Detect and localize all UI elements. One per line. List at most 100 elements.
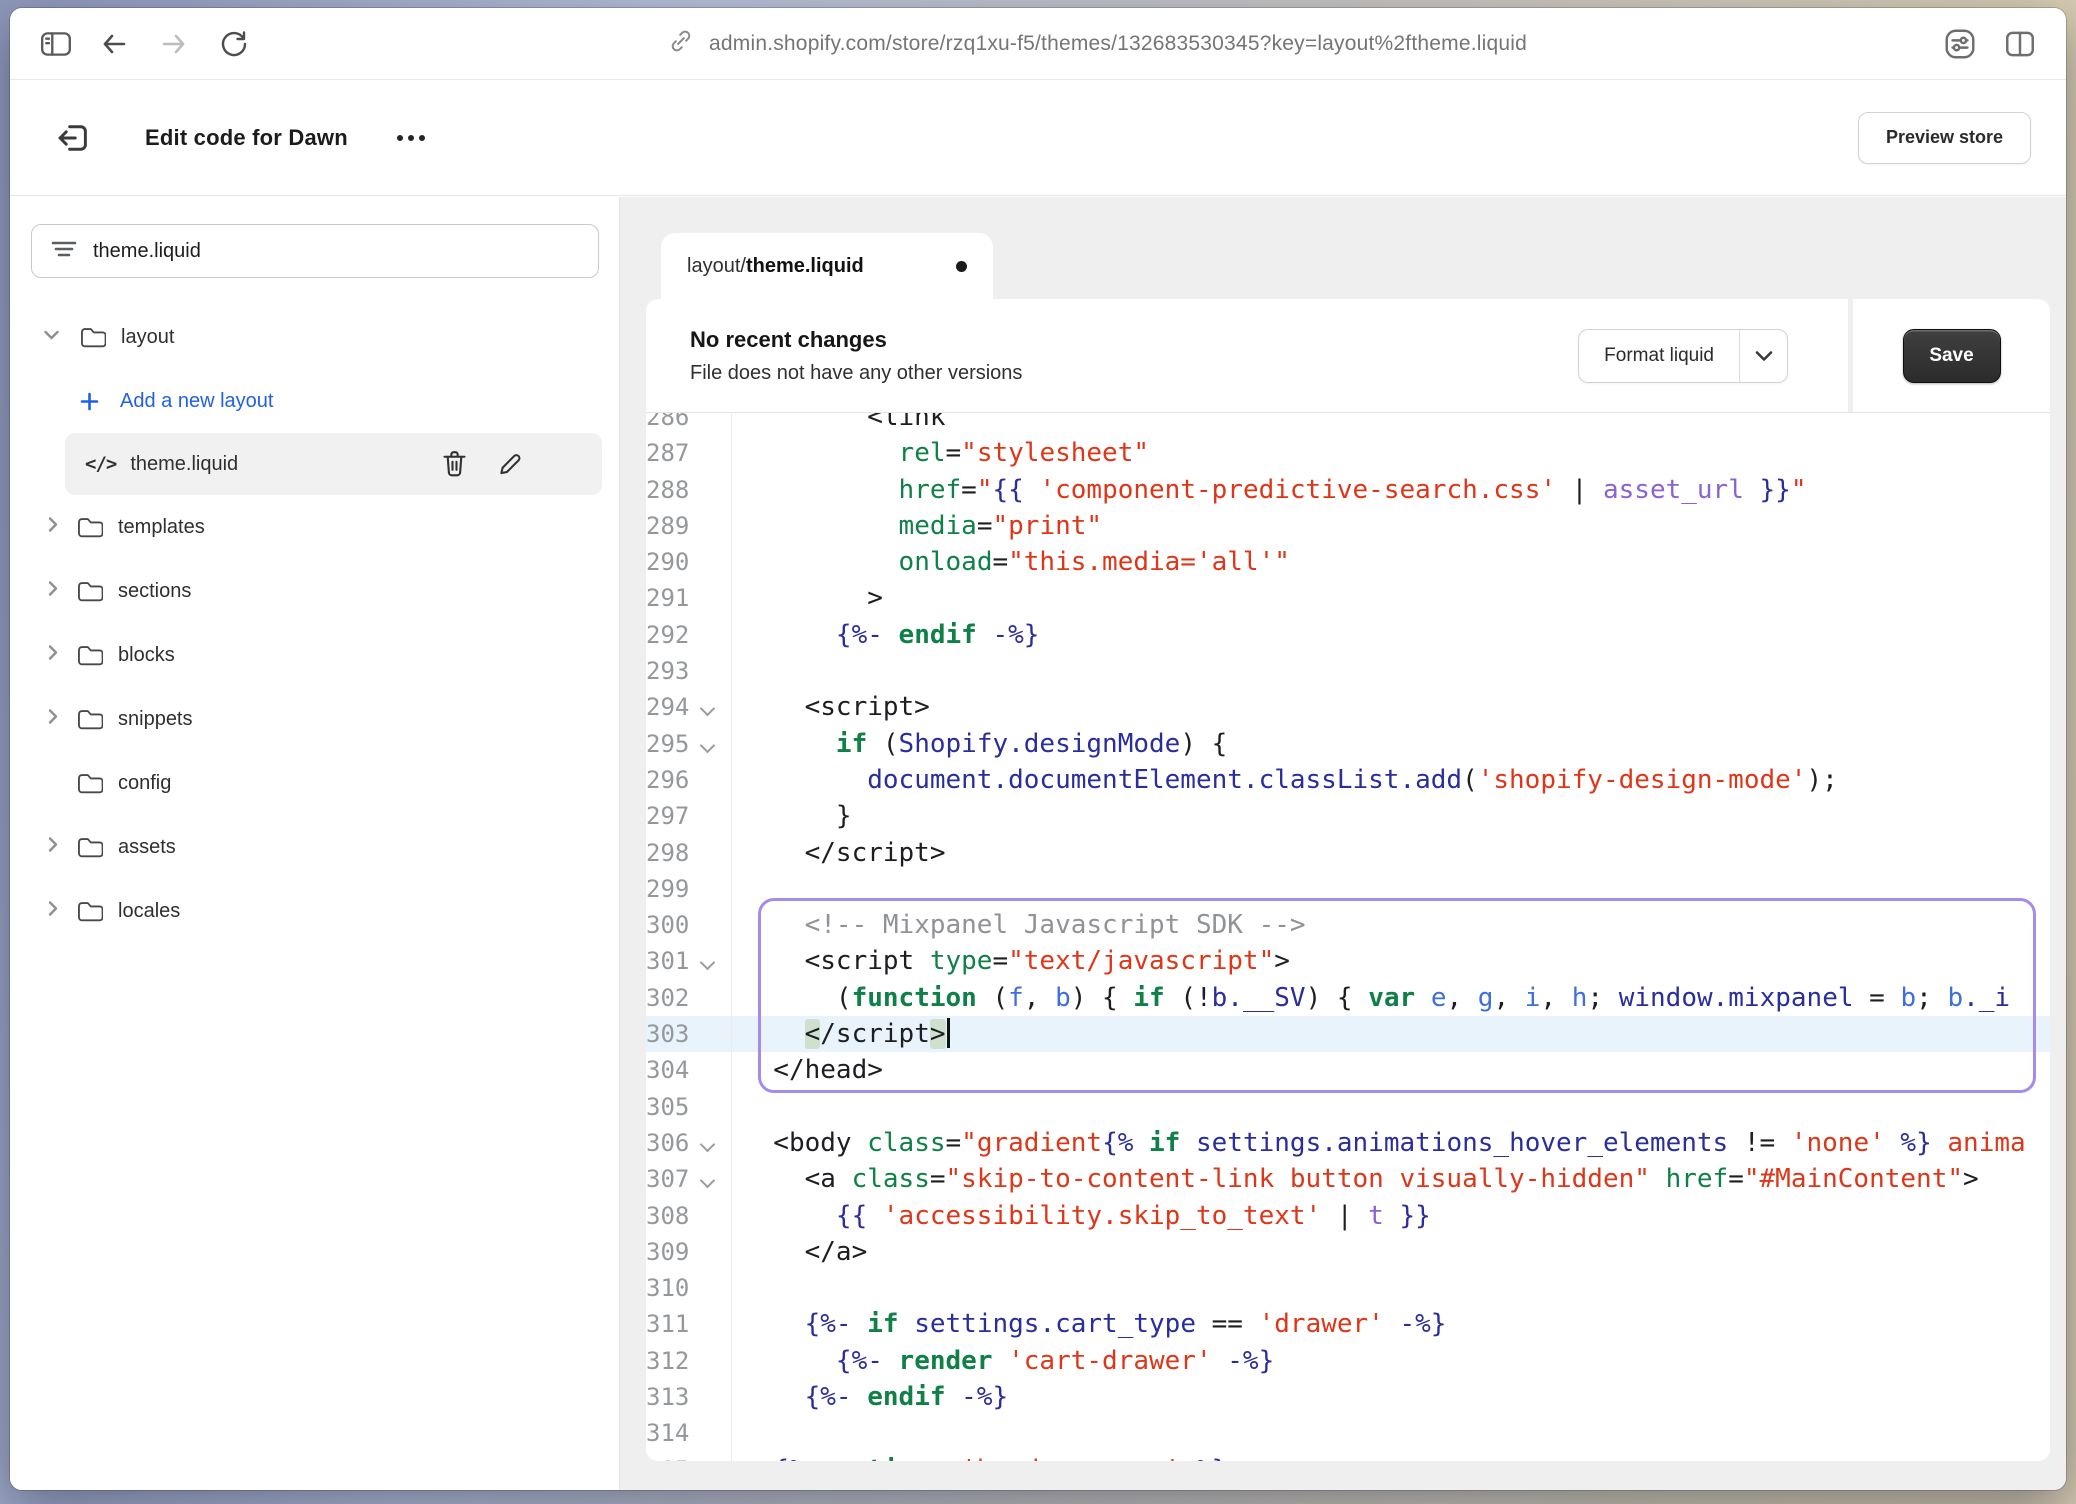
format-liquid-button[interactable]: Format liquid xyxy=(1578,329,1788,383)
code-editor[interactable]: 286 <link287 rel="stylesheet"288 href="{… xyxy=(646,413,2050,1461)
tree-item-templates[interactable]: templates xyxy=(10,495,619,559)
line-number: 289 xyxy=(646,508,732,544)
tree-item-sections[interactable]: sections xyxy=(10,559,619,623)
code-line[interactable]: 291 > xyxy=(646,580,2050,616)
save-button[interactable]: Save xyxy=(1903,329,2001,383)
code-line-text: (function (f, b) { if (!b.__SV) { var e,… xyxy=(732,980,2010,1016)
line-number: 287 xyxy=(646,435,732,471)
code-line[interactable]: 306 <body class="gradient{% if settings.… xyxy=(646,1125,2050,1161)
tree-item-config[interactable]: config xyxy=(10,751,619,815)
chevron-down-icon[interactable] xyxy=(1739,330,1787,382)
code-line[interactable]: 296 document.documentElement.classList.a… xyxy=(646,762,2050,798)
line-number: 298 xyxy=(646,835,732,871)
page-settings-icon[interactable] xyxy=(1938,22,1982,66)
search-input[interactable] xyxy=(93,240,580,263)
code-line-text xyxy=(732,653,758,689)
line-number: 296 xyxy=(646,762,732,798)
code-line[interactable]: 292 {%- endif -%} xyxy=(646,617,2050,653)
back-icon[interactable] xyxy=(92,22,136,66)
code-line[interactable]: 299 xyxy=(646,871,2050,907)
code-line[interactable]: 301 <script type="text/javascript"> xyxy=(646,943,2050,979)
tree-item-add-a-new-layout[interactable]: Add a new layout xyxy=(10,369,619,433)
editor-card: layout/theme.liquid No recent changes Fi… xyxy=(646,233,2050,1461)
code-line[interactable]: 315 {% sections 'header-group' %} xyxy=(646,1452,2050,1461)
code-line[interactable]: 303 </script> xyxy=(646,1016,2050,1052)
code-line[interactable]: 308 {{ 'accessibility.skip_to_text' | t … xyxy=(646,1198,2050,1234)
code-line-text xyxy=(732,1089,758,1125)
forward-icon[interactable] xyxy=(152,22,196,66)
fold-chevron-icon[interactable] xyxy=(700,1137,716,1153)
line-number: 303 xyxy=(646,1016,732,1052)
code-line[interactable]: 302 (function (f, b) { if (!b.__SV) { va… xyxy=(646,980,2050,1016)
tree-item-theme-liquid[interactable]: </>theme.liquid xyxy=(65,433,602,495)
line-number: 304 xyxy=(646,1052,732,1088)
code-line[interactable]: 287 rel="stylesheet" xyxy=(646,435,2050,471)
tree-item-snippets[interactable]: snippets xyxy=(10,687,619,751)
code-line-text: onload="this.media='all'" xyxy=(732,544,1290,580)
code-line[interactable]: 300 <!-- Mixpanel Javascript SDK --> xyxy=(646,907,2050,943)
line-number: 315 xyxy=(646,1452,732,1461)
code-line[interactable]: 311 {%- if settings.cart_type == 'drawer… xyxy=(646,1306,2050,1342)
chevron-down-icon xyxy=(43,328,60,346)
code-line-text xyxy=(732,871,758,907)
tree-item-locales[interactable]: locales xyxy=(10,879,619,943)
line-number: 313 xyxy=(646,1379,732,1415)
address-bar[interactable]: admin.shopify.com/store/rzq1xu-f5/themes… xyxy=(667,27,1527,60)
line-number: 299 xyxy=(646,871,732,907)
tree-item-blocks[interactable]: blocks xyxy=(10,623,619,687)
line-number[interactable]: 307 xyxy=(646,1161,732,1197)
format-liquid-label[interactable]: Format liquid xyxy=(1579,330,1739,382)
code-line[interactable]: 288 href="{{ 'component-predictive-searc… xyxy=(646,472,2050,508)
line-number[interactable]: 301 xyxy=(646,943,732,979)
sidebar-toggle-icon[interactable] xyxy=(34,22,78,66)
preview-store-button[interactable]: Preview store xyxy=(1858,112,2031,164)
line-number[interactable]: 294 xyxy=(646,689,732,725)
code-file-icon: </> xyxy=(85,453,116,475)
edit-file-icon[interactable] xyxy=(495,449,524,479)
tree-item-assets[interactable]: assets xyxy=(10,815,619,879)
code-line[interactable]: 312 {%- render 'cart-drawer' -%} xyxy=(646,1343,2050,1379)
code-line[interactable]: 307 <a class="skip-to-content-link butto… xyxy=(646,1161,2050,1197)
exit-icon[interactable] xyxy=(55,120,91,156)
desktop-background: admin.shopify.com/store/rzq1xu-f5/themes… xyxy=(0,0,2076,1504)
line-number[interactable]: 295 xyxy=(646,726,732,762)
code-line[interactable]: 305 xyxy=(646,1089,2050,1125)
code-line[interactable]: 294 <script> xyxy=(646,689,2050,725)
line-number: 305 xyxy=(646,1089,732,1125)
url-text[interactable]: admin.shopify.com/store/rzq1xu-f5/themes… xyxy=(709,32,1527,56)
code-line-text: {%- endif -%} xyxy=(732,617,1039,653)
code-line[interactable]: 289 media="print" xyxy=(646,508,2050,544)
tree-item-label: templates xyxy=(118,516,205,539)
code-line[interactable]: 297 } xyxy=(646,798,2050,834)
code-line[interactable]: 304 </head> xyxy=(646,1052,2050,1088)
code-line[interactable]: 309 </a> xyxy=(646,1234,2050,1270)
tree-item-label: sections xyxy=(118,580,191,603)
code-line[interactable]: 314 xyxy=(646,1415,2050,1451)
code-line[interactable]: 290 onload="this.media='all'" xyxy=(646,544,2050,580)
code-line[interactable]: 310 xyxy=(646,1270,2050,1306)
code-line[interactable]: 286 <link xyxy=(646,413,2050,435)
line-number: 310 xyxy=(646,1270,732,1306)
chevron-right-icon xyxy=(47,708,59,730)
chevron-right-icon xyxy=(47,580,59,602)
fold-chevron-icon[interactable] xyxy=(700,1173,716,1189)
code-line-text: <a class="skip-to-content-link button vi… xyxy=(732,1161,1979,1197)
code-line[interactable]: 298 </script> xyxy=(646,835,2050,871)
line-number[interactable]: 306 xyxy=(646,1125,732,1161)
file-search-box[interactable] xyxy=(31,224,599,278)
split-view-icon[interactable] xyxy=(1998,22,2042,66)
fold-chevron-icon[interactable] xyxy=(700,737,716,753)
fold-chevron-icon[interactable] xyxy=(700,955,716,971)
reload-icon[interactable] xyxy=(212,22,256,66)
code-line-text: {%- if settings.cart_type == 'drawer' -%… xyxy=(732,1306,1446,1342)
delete-file-icon[interactable] xyxy=(440,449,469,479)
tab-theme-liquid[interactable]: layout/theme.liquid xyxy=(661,233,993,299)
fold-chevron-icon[interactable] xyxy=(700,701,716,717)
line-number: 314 xyxy=(646,1415,732,1451)
code-line[interactable]: 293 xyxy=(646,653,2050,689)
tree-item-layout[interactable]: layout xyxy=(10,305,619,369)
more-actions-icon[interactable] xyxy=(388,125,434,151)
code-line[interactable]: 295 if (Shopify.designMode) { xyxy=(646,726,2050,762)
editor-header: No recent changes File does not have any… xyxy=(646,299,2050,413)
code-line[interactable]: 313 {%- endif -%} xyxy=(646,1379,2050,1415)
